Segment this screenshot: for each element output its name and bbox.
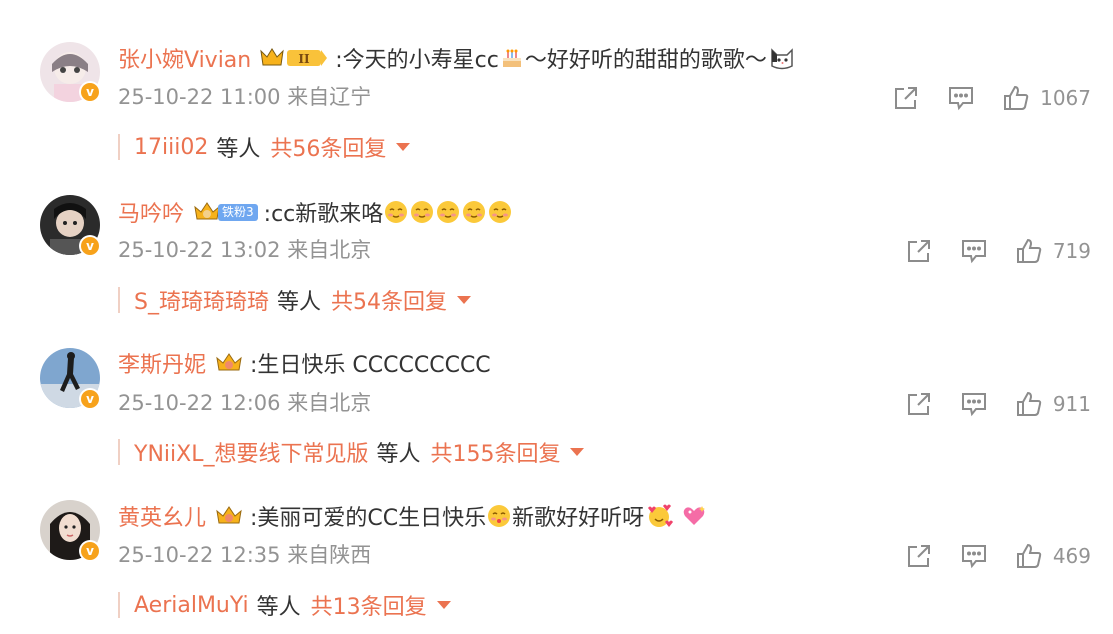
comment-icon[interactable] [960, 390, 988, 418]
vip-level-icon: II [259, 45, 329, 71]
like-button[interactable]: 1067 [1002, 84, 1091, 112]
reply-divider [118, 592, 120, 618]
comment-text: :美丽可爱的CC生日快乐 [250, 506, 487, 531]
location: 来自陕西 [287, 543, 372, 567]
cake-emoji-icon [500, 46, 524, 70]
username[interactable]: 张小婉Vivian [118, 42, 251, 74]
thumbs-up-icon [1015, 390, 1043, 418]
timestamp: 25-10-22 11:00 [118, 85, 281, 109]
verified-badge: v [79, 388, 101, 410]
like-count: 1067 [1040, 86, 1091, 110]
reply-label: 等人 [256, 595, 301, 620]
fan-level-tag: 铁粉3 [218, 203, 258, 221]
comment-meta: 25-10-22 11:00 来自辽宁 [118, 82, 371, 112]
verified-badge: v [79, 540, 101, 562]
location: 来自北京 [287, 391, 372, 415]
shy-face-emoji-icon [436, 200, 460, 224]
comment-line: 张小婉Vivian II :今天的小寿星cc ～好好听的甜甜的歌歌～ [118, 43, 797, 73]
shy-face-emoji-icon [462, 200, 486, 224]
chevron-down-icon[interactable] [396, 143, 411, 151]
chevron-down-icon[interactable] [570, 448, 585, 456]
comment-icon[interactable] [947, 84, 975, 112]
verified-badge: v [79, 235, 101, 257]
fan-badge-icon: 铁粉3 [192, 199, 258, 225]
comment-icon[interactable] [960, 542, 988, 570]
comment-text: :cc新歌来咯 [263, 202, 384, 227]
comment-line: 李斯丹妮 :生日快乐 CCCCCCCCC [118, 348, 491, 378]
comment-item: v 黄英幺儿 :美丽可爱的CC生日快乐 新歌好好听呀 25-10-22 12:3… [0, 457, 1113, 620]
chevron-down-icon[interactable] [436, 601, 451, 609]
fan-badge-icon [214, 350, 244, 376]
comment-line: 马吟吟 铁粉3 :cc新歌来咯 [118, 197, 513, 227]
timestamp: 25-10-22 12:35 [118, 543, 281, 567]
comment-text-continued: ～好好听的甜甜的歌歌～ [524, 48, 767, 73]
svg-text:II: II [299, 52, 311, 66]
hearts-face-emoji-icon [645, 504, 674, 528]
location: 来自辽宁 [287, 85, 372, 109]
thumbs-up-icon [1002, 84, 1030, 112]
comment-item: v 李斯丹妮 :生日快乐 CCCCCCCCC 25-10-22 12:06 来自… [0, 305, 1113, 467]
like-button[interactable]: 719 [1015, 237, 1091, 265]
comment-text: :今天的小寿星cc [335, 48, 499, 73]
username[interactable]: 马吟吟 [118, 196, 184, 228]
thumbs-up-icon [1015, 237, 1043, 265]
reply-count-link[interactable]: 共13条回复 [311, 589, 427, 621]
comment-meta: 25-10-22 12:35 来自陕西 [118, 540, 371, 570]
like-count: 719 [1052, 239, 1091, 263]
fan-badge-icon [214, 503, 244, 529]
timestamp: 25-10-22 12:06 [118, 391, 281, 415]
shy-face-emoji-icon [488, 200, 512, 224]
like-button[interactable]: 469 [1015, 542, 1091, 570]
like-count: 911 [1052, 392, 1091, 416]
location: 来自北京 [287, 238, 372, 262]
cat-emoji-icon [768, 44, 796, 72]
share-icon[interactable] [905, 237, 933, 265]
share-icon[interactable] [905, 390, 933, 418]
comment-item: v 张小婉Vivian II :今天的小寿星cc ～好好听的甜甜的歌歌～ 25-… [0, 0, 1113, 162]
reply-summary[interactable]: AerialMuYi 等人 共13条回复 [118, 588, 451, 622]
kissing-face-emoji-icon [487, 504, 511, 528]
comment-text: :生日快乐 CCCCCCCCC [250, 353, 491, 378]
username[interactable]: 黄英幺儿 [118, 500, 206, 532]
comment-actions: 911 [905, 389, 1091, 419]
comment-meta: 25-10-22 13:02 来自北京 [118, 235, 371, 265]
like-count: 469 [1052, 544, 1091, 568]
reply-username[interactable]: AerialMuYi [134, 593, 249, 618]
shy-face-emoji-icon [410, 200, 434, 224]
comment-icon[interactable] [960, 237, 988, 265]
chevron-down-icon[interactable] [456, 296, 471, 304]
comment-actions: 1067 [892, 83, 1091, 113]
username[interactable]: 李斯丹妮 [118, 347, 206, 379]
timestamp: 25-10-22 13:02 [118, 238, 281, 262]
share-icon[interactable] [892, 84, 920, 112]
comment-actions: 469 [905, 541, 1091, 571]
sparkling-heart-icon [682, 504, 706, 528]
thumbs-up-icon [1015, 542, 1043, 570]
comment-item: v 马吟吟 铁粉3 :cc新歌来咯 25-10-22 13:02 来自北京 71… [0, 152, 1113, 315]
comment-meta: 25-10-22 12:06 来自北京 [118, 388, 371, 418]
comment-actions: 719 [905, 236, 1091, 266]
verified-badge: v [79, 81, 101, 103]
comment-line: 黄英幺儿 :美丽可爱的CC生日快乐 新歌好好听呀 [118, 501, 707, 531]
comment-text-continued: 新歌好好听呀 [512, 506, 645, 531]
share-icon[interactable] [905, 542, 933, 570]
shy-face-emoji-icon [384, 200, 408, 224]
like-button[interactable]: 911 [1015, 390, 1091, 418]
